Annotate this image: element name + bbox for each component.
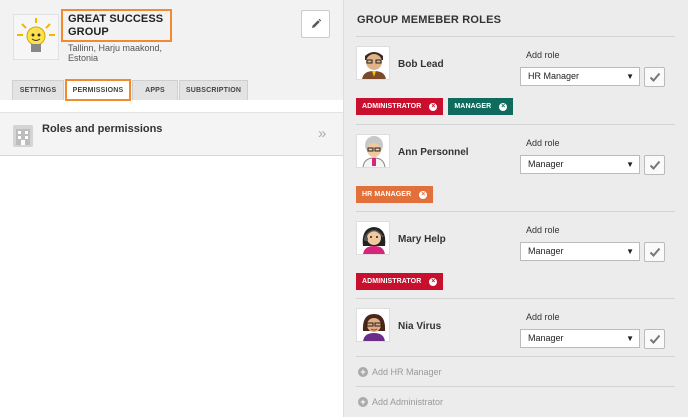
location-line2: Estonia [68,53,99,63]
role-badges: ADMINISTRATOR × MANAGER × [356,98,518,115]
member-roles-title: GROUP MEMEBER ROLES [357,14,502,26]
badge-label: ADMINISTRATOR [362,103,422,110]
group-title-line2: GROUP [68,26,109,38]
checkmark-icon [649,160,660,170]
confirm-role-button[interactable] [644,155,665,175]
role-badge-administrator: ADMINISTRATOR × [356,273,444,290]
member-name: Nia Virus [398,321,442,332]
add-hr-manager-row[interactable]: + Add HR Manager [356,356,675,387]
roles-and-permissions-label: Roles and permissions [42,123,163,135]
building-icon [13,125,33,147]
avatar-woman-headset-icon [357,222,389,254]
group-tabs: SETTINGS PERMISSIONS APPS SUBSCRIPTION [12,79,249,101]
plus-circle-icon: + [358,367,368,377]
edit-group-button[interactable] [301,10,330,38]
group-title-highlight: GREAT SUCCESS GROUP [61,9,172,42]
member-roles-panel: GROUP MEMEBER ROLES Bob Lead Add role HR… [344,0,688,417]
tab-settings[interactable]: SETTINGS [12,80,64,100]
role-badges: ADMINISTRATOR × [356,273,448,290]
member-name: Bob Lead [398,59,444,70]
group-header: GREAT SUCCESS GROUP Tallinn, Harju maako… [0,0,343,101]
tab-permissions[interactable]: PERMISSIONS [65,79,131,101]
dropdown-arrow-icon: ▼ [626,334,634,343]
role-select-value: HR Manager [528,71,580,81]
tab-apps[interactable]: APPS [132,80,178,100]
role-badge-hr-manager: HR MANAGER × [356,186,434,203]
add-role-label: Add role [526,312,560,322]
lightbulb-icon [17,18,55,52]
role-badges: HR MANAGER × [356,186,438,203]
checkmark-icon [649,334,660,344]
member-row-ann-personnel: Ann Personnel Add role Manager ▼ HR MANA… [356,124,675,211]
confirm-role-button[interactable] [644,329,665,349]
avatar-man-icon [357,47,389,79]
location-line1: Tallinn, Harju maakond, [68,43,163,53]
group-title-line1: GREAT SUCCESS [68,13,164,25]
member-row-nia-virus: Nia Virus Add role Manager ▼ [356,298,675,356]
badge-label: MANAGER [454,103,492,110]
role-select-value: Manager [528,246,564,256]
checkmark-icon [649,72,660,82]
add-hr-manager-label: Add HR Manager [372,367,442,377]
dropdown-arrow-icon: ▼ [626,247,634,256]
add-administrator-link[interactable]: + Add Administrator [358,397,443,407]
add-role-label: Add role [526,138,560,148]
confirm-role-button[interactable] [644,67,665,87]
remove-badge-icon[interactable]: × [499,102,508,111]
pencil-icon [311,18,321,28]
role-badge-manager: MANAGER × [448,98,514,115]
add-administrator-label: Add Administrator [372,397,444,407]
member-name: Mary Help [398,234,446,245]
add-role-label: Add role [526,50,560,60]
tab-subscription[interactable]: SUBSCRIPTION [179,80,248,100]
add-role-label: Add role [526,225,560,235]
dropdown-arrow-icon: ▼ [626,72,634,81]
role-select-value: Manager [528,159,564,169]
role-select[interactable]: Manager ▼ [520,155,640,174]
roles-and-permissions-row[interactable]: Roles and permissions » [0,112,343,156]
avatar [356,134,390,168]
group-logo [13,14,59,60]
member-name: Ann Personnel [398,147,469,158]
add-hr-manager-link[interactable]: + Add HR Manager [358,367,442,377]
badge-label: ADMINISTRATOR [362,278,422,285]
dropdown-arrow-icon: ▼ [626,160,634,169]
role-select[interactable]: Manager ▼ [520,242,640,261]
group-location: Tallinn, Harju maakond, Estonia [68,43,168,63]
remove-badge-icon[interactable]: × [429,102,438,111]
group-panel: GREAT SUCCESS GROUP Tallinn, Harju maako… [0,0,343,417]
remove-badge-icon[interactable]: × [429,277,438,286]
avatar-woman-glasses-icon [357,309,389,341]
checkmark-icon [649,247,660,257]
badge-label: HR MANAGER [362,191,412,198]
plus-circle-icon: + [358,397,368,407]
role-select[interactable]: Manager ▼ [520,329,640,348]
avatar [356,46,390,80]
chevron-right-icon[interactable]: » [318,125,326,142]
remove-badge-icon[interactable]: × [419,190,428,199]
role-select[interactable]: HR Manager ▼ [520,67,640,86]
member-row-mary-help: Mary Help Add role Manager ▼ ADMINISTRAT… [356,211,675,298]
add-administrator-row[interactable]: + Add Administrator [356,386,675,417]
avatar [356,221,390,255]
role-select-value: Manager [528,333,564,343]
confirm-role-button[interactable] [644,242,665,262]
avatar [356,308,390,342]
member-row-bob-lead: Bob Lead Add role HR Manager ▼ ADMINISTR… [356,36,675,124]
role-badge-administrator: ADMINISTRATOR × [356,98,444,115]
avatar-woman-icon [357,135,389,167]
